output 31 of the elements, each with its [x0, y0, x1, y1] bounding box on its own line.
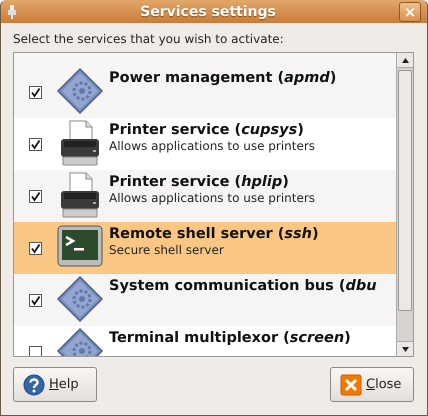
service-row[interactable]: Remote shell server (ssh) Secure shell server — [14, 222, 396, 274]
service-name: Printer service (cupsys) — [109, 122, 305, 138]
checkbox[interactable] — [29, 190, 42, 203]
checkbox[interactable] — [29, 138, 42, 151]
checkbox[interactable] — [29, 294, 42, 307]
service-row[interactable]: Printer service (hplip) Allows applications to use printers — [14, 170, 396, 222]
window-title: Services settings — [139, 4, 277, 20]
scroll-up-icon[interactable] — [402, 58, 408, 62]
service-row[interactable]: System communication bus (dbu — [14, 274, 396, 326]
checkbox[interactable] — [29, 86, 42, 99]
gear-diamond-icon — [56, 67, 104, 115]
service-name: Power management (apmd) — [109, 70, 336, 86]
service-name: Terminal multiplexor (screen) — [109, 330, 351, 346]
service-name: Printer service (hplip) — [109, 174, 290, 190]
service-description: Allows applications to use printers — [109, 139, 316, 153]
service-name: Remote shell server (ssh) — [109, 226, 319, 242]
service-description: Allows applications to use printers — [109, 191, 316, 205]
window-menu-icon[interactable] — [7, 4, 17, 20]
close-button[interactable]: Close — [330, 367, 414, 402]
service-row[interactable]: Power management (apmd) — [14, 66, 396, 118]
scrollbar[interactable] — [396, 53, 413, 356]
scroll-down-icon[interactable] — [402, 346, 408, 352]
gear-diamond-icon — [56, 275, 104, 323]
service-name: System communication bus (dbu — [109, 278, 377, 294]
checkbox[interactable] — [29, 242, 42, 255]
close-icon — [340, 374, 362, 396]
instruction-text: Select the services that you wish to activate: — [13, 32, 285, 46]
service-description: Secure shell server — [109, 243, 225, 257]
help-icon — [23, 374, 45, 396]
checkbox[interactable] — [29, 346, 42, 356]
help-button[interactable]: Help — [13, 367, 97, 402]
